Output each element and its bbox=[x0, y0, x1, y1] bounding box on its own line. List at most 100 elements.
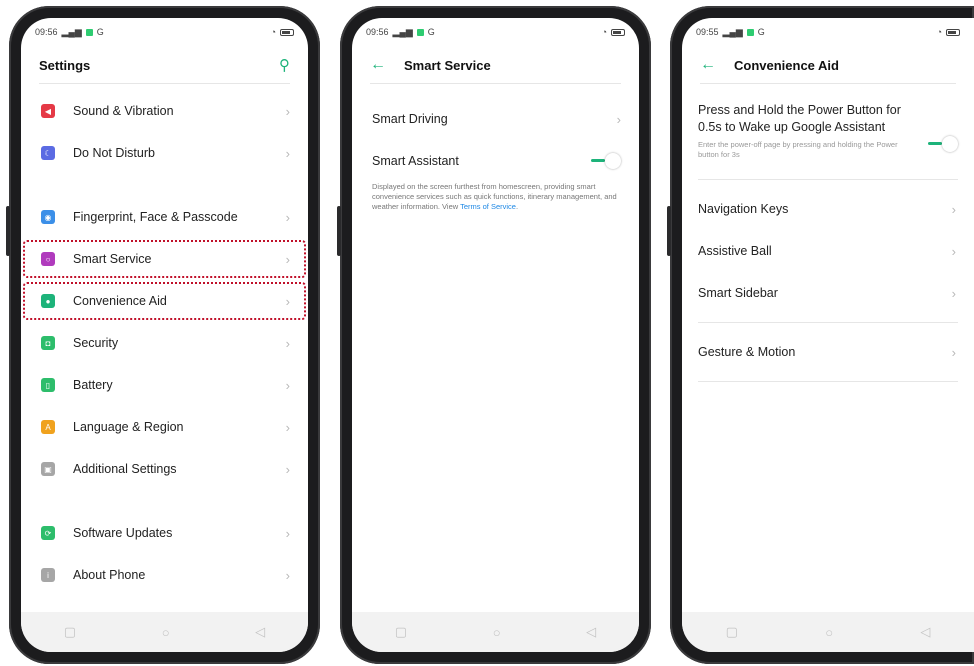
divider bbox=[39, 83, 290, 84]
chevron-right-icon: › bbox=[285, 145, 290, 161]
navigation-keys-item[interactable]: Navigation Keys › bbox=[682, 188, 974, 230]
recent-apps-icon[interactable]: ▢ bbox=[64, 624, 76, 640]
language-icon: A bbox=[41, 420, 55, 434]
gesture-motion-item[interactable]: Gesture & Motion › bbox=[682, 331, 974, 373]
item-label: Fingerprint, Face & Passcode bbox=[73, 210, 238, 224]
settings-item-additional[interactable]: ▣ Additional Settings › bbox=[21, 448, 308, 490]
smart-service-icon: ○ bbox=[41, 252, 55, 266]
additional-settings-icon: ▣ bbox=[41, 462, 55, 476]
status-bar: 09:55 ▂▄▆ G ◔ bbox=[696, 24, 960, 40]
battery-status-icon bbox=[611, 28, 625, 36]
page-title: Convenience Aid bbox=[734, 57, 839, 73]
recent-apps-icon[interactable]: ▢ bbox=[726, 624, 738, 640]
software-updates-icon: ⟳ bbox=[41, 526, 55, 540]
smart-assistant-toggle[interactable] bbox=[591, 153, 621, 169]
chevron-right-icon: › bbox=[285, 525, 290, 541]
power-button-toggle[interactable] bbox=[928, 136, 958, 152]
notification-icon bbox=[85, 28, 93, 36]
settings-item-fingerprint[interactable]: ◉ Fingerprint, Face & Passcode › bbox=[21, 196, 308, 238]
about-phone-icon: i bbox=[41, 568, 55, 582]
recent-apps-icon[interactable]: ▢ bbox=[395, 624, 407, 640]
item-label: Smart Driving bbox=[372, 112, 448, 126]
battery-icon: ▯ bbox=[41, 378, 55, 392]
volume-button bbox=[667, 206, 671, 256]
back-nav-icon[interactable]: ◁ bbox=[586, 624, 596, 640]
item-label: Battery bbox=[73, 378, 113, 392]
smart-assistant-description: Displayed on the screen furthest from ho… bbox=[352, 182, 639, 211]
chevron-right-icon: › bbox=[951, 243, 956, 259]
item-label: Software Updates bbox=[73, 526, 173, 540]
chevron-right-icon: › bbox=[285, 103, 290, 119]
signal-icon: ▂▄▆ bbox=[722, 26, 743, 37]
chevron-right-icon: › bbox=[951, 285, 956, 301]
page-title: Smart Service bbox=[404, 57, 491, 73]
item-label: Assistive Ball bbox=[698, 244, 772, 259]
chevron-right-icon: › bbox=[616, 111, 621, 127]
back-arrow-icon[interactable]: ← bbox=[370, 56, 386, 74]
alarm-icon: ◔ bbox=[270, 27, 276, 37]
header: Settings ⚲ bbox=[21, 48, 308, 82]
page-title: Settings bbox=[39, 57, 91, 73]
item-label: Additional Settings bbox=[73, 462, 177, 476]
settings-item-dnd[interactable]: ☾ Do Not Disturb › bbox=[21, 132, 308, 174]
home-icon[interactable]: ○ bbox=[162, 625, 170, 640]
settings-item-sound[interactable]: ◀ Sound & Vibration › bbox=[21, 90, 308, 132]
back-arrow-icon[interactable]: ← bbox=[700, 56, 716, 74]
settings-item-battery[interactable]: ▯ Battery › bbox=[21, 364, 308, 406]
back-nav-icon[interactable]: ◁ bbox=[920, 624, 930, 640]
chevron-right-icon: › bbox=[951, 344, 956, 360]
item-label: Smart Service bbox=[73, 252, 152, 266]
notification-icon bbox=[746, 28, 754, 36]
settings-item-language[interactable]: A Language & Region › bbox=[21, 406, 308, 448]
item-label: Security bbox=[73, 336, 119, 350]
chevron-right-icon: › bbox=[951, 201, 956, 217]
screen: 09:56 ▂▄▆ G ◔ ← Smart Service Smart Drivin… bbox=[352, 18, 639, 652]
status-left-text: G bbox=[96, 27, 104, 37]
divider bbox=[700, 83, 956, 84]
power-button-description: Enter the power-off page by pressing and… bbox=[698, 139, 898, 159]
back-nav-icon[interactable]: ◁ bbox=[255, 624, 265, 640]
settings-item-smart-service[interactable]: ○ Smart Service › bbox=[21, 238, 308, 280]
smart-driving-item[interactable]: Smart Driving › bbox=[352, 98, 639, 140]
chevron-right-icon: › bbox=[285, 293, 290, 309]
security-icon: ◘ bbox=[41, 336, 55, 350]
chevron-right-icon: › bbox=[285, 419, 290, 435]
search-icon[interactable]: ⚲ bbox=[279, 56, 290, 74]
power-button-title: Press and Hold the Power Button for 0.5s… bbox=[698, 103, 901, 134]
terms-of-service-link[interactable]: Terms of Service bbox=[460, 202, 516, 211]
settings-item-security[interactable]: ◘ Security › bbox=[21, 322, 308, 364]
chevron-right-icon: › bbox=[285, 209, 290, 225]
assistive-ball-item[interactable]: Assistive Ball › bbox=[682, 230, 974, 272]
item-label: Navigation Keys bbox=[698, 202, 789, 217]
volume-button bbox=[337, 206, 341, 256]
navigation-bar: ▢ ○ ◁ bbox=[21, 612, 308, 652]
phone-smart-service: 09:56 ▂▄▆ G ◔ ← Smart Service Smart Drivin… bbox=[337, 6, 651, 664]
status-time: 09:55 bbox=[696, 27, 719, 37]
moon-icon: ☾ bbox=[41, 146, 55, 160]
home-icon[interactable]: ○ bbox=[825, 625, 833, 640]
item-label: Language & Region bbox=[73, 420, 184, 434]
divider bbox=[698, 322, 958, 324]
toggle-track bbox=[591, 159, 605, 162]
header: ← Convenience Aid bbox=[682, 48, 974, 82]
convenience-aid-icon: ● bbox=[41, 294, 55, 308]
item-label: Convenience Aid bbox=[73, 294, 167, 308]
divider bbox=[698, 179, 958, 181]
battery-status-icon bbox=[280, 28, 294, 36]
chevron-right-icon: › bbox=[285, 251, 290, 267]
signal-icon: ▂▄▆ bbox=[61, 26, 82, 37]
settings-item-software-updates[interactable]: ⟳ Software Updates › bbox=[21, 512, 308, 554]
status-time: 09:56 bbox=[366, 27, 389, 37]
settings-item-about-phone[interactable]: i About Phone › bbox=[21, 554, 308, 596]
chevron-right-icon: › bbox=[285, 377, 290, 393]
chevron-right-icon: › bbox=[285, 335, 290, 351]
notification-icon bbox=[416, 28, 424, 36]
status-left-text: G bbox=[757, 27, 765, 37]
status-left-text: G bbox=[427, 27, 435, 37]
divider bbox=[370, 83, 621, 84]
smart-sidebar-item[interactable]: Smart Sidebar › bbox=[682, 272, 974, 314]
screen: 09:56 ▂▄▆ G ◔ Settings ⚲ ◀ Sound & Vibrati… bbox=[21, 18, 308, 652]
home-icon[interactable]: ○ bbox=[493, 625, 501, 640]
divider bbox=[698, 381, 958, 383]
settings-item-convenience-aid[interactable]: ● Convenience Aid › bbox=[21, 280, 308, 322]
